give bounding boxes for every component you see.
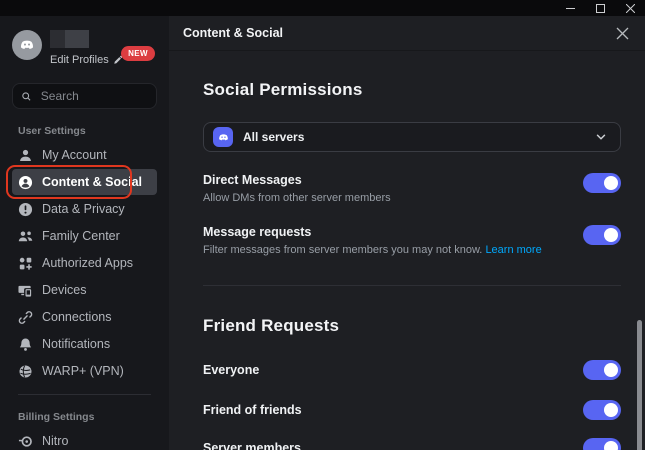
row-title: Friend of friends <box>203 403 302 417</box>
search-icon <box>22 91 31 101</box>
edit-profiles-label: Edit Profiles <box>50 54 109 66</box>
sidebar-item-label: Data & Privacy <box>42 202 125 216</box>
section-label-billing-settings: Billing Settings <box>18 411 95 423</box>
sidebar-item-my-account[interactable]: My Account <box>12 142 157 168</box>
sidebar-item-label: Nitro <box>42 434 69 448</box>
sidebar-item-warp-vpn[interactable]: WARP+ (VPN) <box>12 358 157 384</box>
search-input[interactable] <box>38 88 148 104</box>
sidebar-item-label: Devices <box>42 283 87 297</box>
settings-close-icon[interactable] <box>611 22 633 44</box>
content-body: Social Permissions All servers Direct Me… <box>169 50 645 450</box>
profile-info: Edit Profiles <box>50 30 123 66</box>
profile-card: Edit Profiles NEW <box>12 30 157 68</box>
link-icon <box>18 310 33 324</box>
sidebar-item-notifications[interactable]: Notifications <box>12 331 157 357</box>
sidebar-item-family-center[interactable]: Family Center <box>12 223 157 249</box>
settings-sidebar: Edit Profiles NEW User Settings <box>0 16 169 450</box>
toggle-knob <box>604 441 618 450</box>
sidebar-item-data-and-privacy[interactable]: Data & Privacy <box>12 196 157 222</box>
server-filter-select[interactable]: All servers <box>203 122 621 152</box>
toggle-knob <box>604 228 618 242</box>
setting-row-friend-of-friends: Friend of friends <box>203 400 621 420</box>
discord-icon <box>213 127 233 147</box>
minimize-icon[interactable] <box>555 0 585 16</box>
globe-icon <box>19 365 32 377</box>
row-title: Direct Messages <box>203 173 302 187</box>
friend-of-friends-toggle[interactable] <box>583 400 621 420</box>
setting-row-direct-messages: Direct Messages Allow DMs from other ser… <box>203 173 621 204</box>
chevron-down-icon <box>594 130 608 144</box>
sidebar-item-label: Family Center <box>42 229 120 243</box>
setting-row-everyone: Everyone <box>203 360 621 380</box>
avatar[interactable] <box>12 30 42 60</box>
toggle-knob <box>604 176 618 190</box>
person-circle-icon <box>18 175 33 189</box>
sidebar-item-authorized-apps[interactable]: Authorized Apps <box>12 250 157 276</box>
new-badge: NEW <box>121 46 155 61</box>
sidebar-item-label: WARP+ (VPN) <box>42 364 124 378</box>
toggle-knob <box>604 403 618 417</box>
settings-content: Content & Social Social Permissions All … <box>169 16 645 450</box>
server-filter-value: All servers <box>243 130 305 144</box>
setting-row-server-members: Server members <box>203 438 621 450</box>
server-members-toggle[interactable] <box>583 438 621 450</box>
sidebar-item-label: Content & Social <box>42 175 143 189</box>
page-title: Content & Social <box>183 26 284 40</box>
everyone-toggle[interactable] <box>583 360 621 380</box>
maximize-icon[interactable] <box>585 0 615 16</box>
discord-settings-window: Edit Profiles NEW User Settings <box>0 0 645 450</box>
sidebar-item-label: Authorized Apps <box>42 256 134 270</box>
section-divider <box>203 285 621 286</box>
close-icon[interactable] <box>615 0 645 16</box>
setting-row-message-requests: Message requests Filter messages from se… <box>203 225 621 256</box>
sidebar-item-connections[interactable]: Connections <box>12 304 157 330</box>
social-permissions-heading: Social Permissions <box>203 80 363 99</box>
apps-icon <box>19 257 32 270</box>
sidebar-divider <box>18 394 151 395</box>
learn-more-link[interactable]: Learn more <box>485 244 541 256</box>
section-label-user-settings: User Settings <box>18 125 86 137</box>
scrollbar-thumb[interactable] <box>637 320 642 450</box>
direct-messages-toggle[interactable] <box>583 173 621 193</box>
friend-requests-heading: Friend Requests <box>203 316 340 335</box>
content-header: Content & Social <box>169 16 645 50</box>
edit-profiles-button[interactable]: Edit Profiles <box>50 54 123 66</box>
row-title: Everyone <box>203 363 260 377</box>
row-title: Server members <box>203 441 301 450</box>
bell-icon <box>19 338 32 351</box>
window-titlebar <box>0 0 645 16</box>
row-subtitle: Allow DMs from other server members <box>203 192 391 204</box>
sidebar-item-devices[interactable]: Devices <box>12 277 157 303</box>
row-subtitle-text: Filter messages from server members you … <box>203 244 483 256</box>
person-icon <box>20 149 31 161</box>
search-box[interactable] <box>12 83 157 109</box>
people-icon <box>18 230 33 241</box>
row-subtitle: Filter messages from server members you … <box>203 244 567 256</box>
sidebar-item-label: My Account <box>42 148 107 162</box>
sidebar-item-label: Notifications <box>42 337 111 351</box>
exclamation-circle-icon <box>18 202 33 216</box>
sidebar-item-nitro[interactable]: Nitro <box>12 428 157 450</box>
sidebar-item-label: Connections <box>42 310 112 324</box>
toggle-knob <box>604 363 618 377</box>
row-title: Message requests <box>203 225 312 239</box>
discord-logo-icon <box>20 40 34 49</box>
sidebar-item-content-and-social[interactable]: Content & Social <box>6 165 157 199</box>
nitro-icon <box>18 435 32 447</box>
message-requests-toggle[interactable] <box>583 225 621 245</box>
devices-icon <box>18 285 32 297</box>
username-redacted <box>50 30 123 48</box>
